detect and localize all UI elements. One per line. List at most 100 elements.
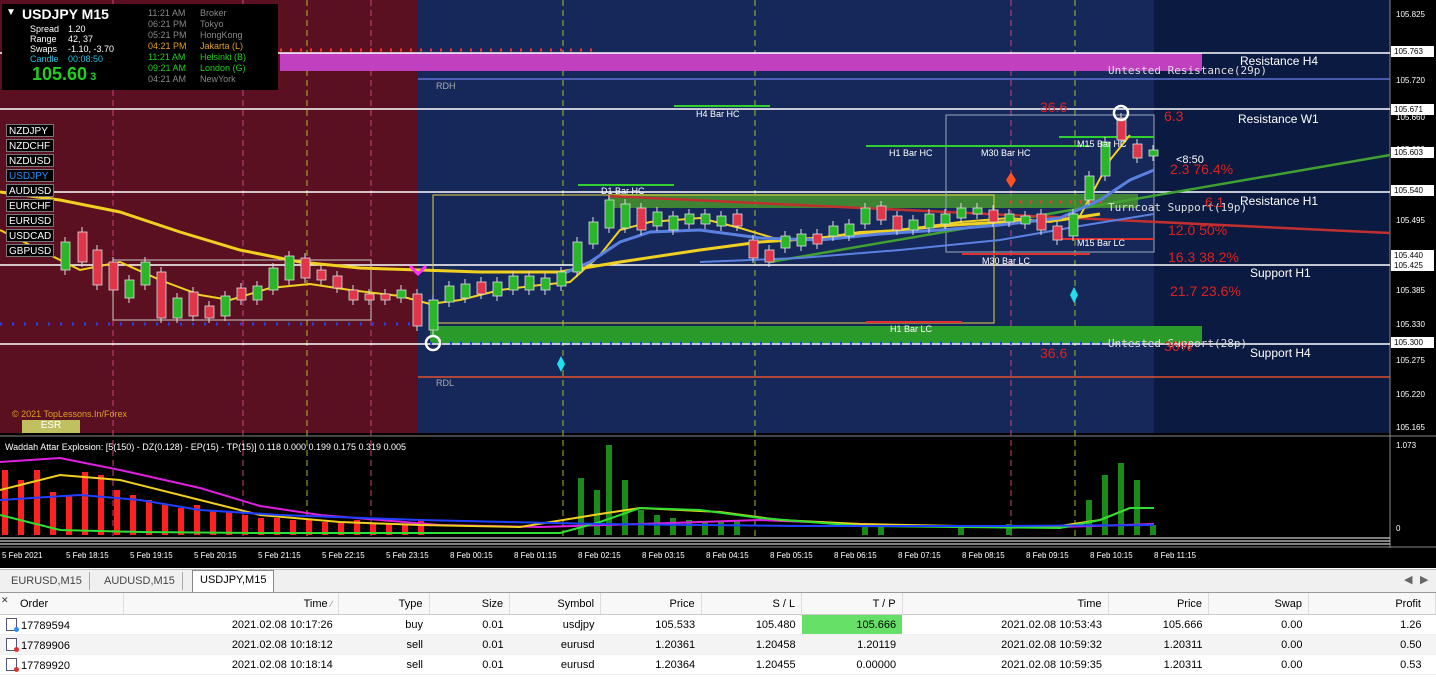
candle-body xyxy=(780,235,791,249)
candle-body xyxy=(700,213,711,225)
time-axis-label: 8 Feb 04:15 xyxy=(706,551,749,560)
clock-time: 04:21 AM xyxy=(148,74,187,84)
price-axis-label: 105.275 xyxy=(1396,356,1425,365)
histogram-bar xyxy=(82,472,88,535)
tab-usdjpy[interactable]: USDJPY,M15 xyxy=(192,570,275,592)
pair-button-nzdchf[interactable]: NZDCHF xyxy=(6,139,54,152)
candle-body xyxy=(956,207,967,219)
candle-body xyxy=(796,233,807,247)
clock-time: 06:21 PM xyxy=(148,19,187,29)
candle-body xyxy=(1004,213,1015,223)
order-cell-time: 2021.02.08 10:18:12 xyxy=(123,634,339,655)
candle-body xyxy=(1132,143,1143,159)
pair-button-usdcad[interactable]: USDCAD xyxy=(6,229,54,242)
candle-body xyxy=(332,275,343,289)
price-axis-label: 105.330 xyxy=(1396,320,1425,329)
candle-body xyxy=(668,215,679,231)
candle-body xyxy=(428,299,439,331)
histogram-bar xyxy=(18,480,24,535)
price-axis-label: 105.220 xyxy=(1396,390,1425,399)
candle-body xyxy=(108,261,119,291)
order-cell-tp: 1.20119 xyxy=(801,634,903,655)
order-cell-tp: 0.00000 xyxy=(801,654,903,675)
column-header[interactable]: Symbol xyxy=(509,593,602,615)
close-panel-icon[interactable]: ✕ xyxy=(1,595,9,606)
candle-body xyxy=(860,207,871,225)
order-cell-order: 17789920 xyxy=(0,654,124,675)
orders-header-row: Order Time ⁄ Type Size Symbol Price S / … xyxy=(0,593,1436,615)
candle-body xyxy=(1084,175,1095,201)
order-row[interactable]: 17789906 2021.02.08 10:18:12 sell 0.01 eurus… xyxy=(0,634,1436,655)
column-header[interactable]: Price xyxy=(600,593,702,615)
sell-order-icon xyxy=(6,637,19,652)
range-label: Range xyxy=(30,34,57,44)
column-header[interactable]: Type xyxy=(338,593,430,615)
time-axis-label: 5 Feb 18:15 xyxy=(66,551,109,560)
column-header[interactable]: Size xyxy=(429,593,511,615)
candle-body xyxy=(636,207,647,231)
dropdown-arrow-icon[interactable]: ▼ xyxy=(6,7,16,18)
candle-body xyxy=(60,241,71,271)
pair-button-eurchf[interactable]: EURCHF xyxy=(6,199,54,212)
order-cell-price: 1.20364 xyxy=(600,654,702,675)
candle-body xyxy=(924,213,935,229)
histogram-bar xyxy=(226,512,232,535)
order-row[interactable]: 17789920 2021.02.08 10:18:14 sell 0.01 eurus… xyxy=(0,654,1436,675)
column-header[interactable]: Time ⁄ xyxy=(123,593,340,615)
column-header[interactable]: Swap xyxy=(1208,593,1309,615)
column-header[interactable]: Order xyxy=(0,593,124,615)
clock-city: NewYork xyxy=(200,74,236,84)
clock-time: 11:21 AM xyxy=(148,8,186,18)
column-header[interactable]: T / P xyxy=(801,593,903,615)
price-axis-marker: 105.300 xyxy=(1391,337,1434,348)
esr-button[interactable]: ESR xyxy=(22,420,80,433)
sell-order-icon xyxy=(6,657,19,672)
column-header[interactable]: Price xyxy=(1108,593,1210,615)
column-header[interactable]: Profit xyxy=(1308,593,1436,615)
pair-button-eurusd[interactable]: EURUSD xyxy=(6,214,54,227)
pair-button-audusd[interactable]: AUDUSD xyxy=(6,184,54,197)
pair-button-gbpusd[interactable]: GBPUSD xyxy=(6,244,54,257)
column-header[interactable]: Time xyxy=(902,593,1109,615)
order-row[interactable]: 17789594 2021.02.08 10:17:26 buy 0.01 usdjpy… xyxy=(0,614,1436,635)
candle-body xyxy=(300,257,311,279)
candle-body xyxy=(812,233,823,245)
candle-body xyxy=(556,271,567,287)
price-chart[interactable]: ▼ USDJPY M15 Spread 1.20 Range 42, 37 Sw… xyxy=(0,0,1436,568)
pair-button-nzdusd[interactable]: NZDUSD xyxy=(6,154,54,167)
candle-timer: 00:08:50 xyxy=(68,54,104,64)
time-axis-label: 5 Feb 23:15 xyxy=(386,551,429,560)
tab-audusd[interactable]: AUDUSD,M15 xyxy=(97,572,183,590)
order-cell-tp: 105.666 xyxy=(801,614,903,635)
pair-button-usdjpy[interactable]: USDJPY xyxy=(6,169,54,182)
clock-city: Jakarta (L) xyxy=(200,41,244,51)
time-axis-label: 8 Feb 03:15 xyxy=(642,551,685,560)
candle-body xyxy=(1148,149,1159,157)
pair-button-nzdjpy[interactable]: NZDJPY xyxy=(6,124,54,137)
tab-scroll-left-icon[interactable]: ◀ xyxy=(1404,573,1412,586)
candle-body xyxy=(204,305,215,319)
histogram-bar xyxy=(718,522,724,535)
clock-city: Tokyo xyxy=(200,19,224,29)
candle-body xyxy=(508,275,519,291)
chart-tabs: EURUSD,M15 AUDUSD,M15 USDJPY,M15 ◀ ▶ xyxy=(0,569,1436,592)
clock-city: HongKong xyxy=(200,30,243,40)
order-number: 17789920 xyxy=(21,659,70,672)
column-header[interactable]: S / L xyxy=(701,593,803,615)
tab-eurusd[interactable]: EURUSD,M15 xyxy=(4,572,90,590)
candle-body xyxy=(172,297,183,319)
histogram-bar xyxy=(178,508,184,535)
fib-label: 21.7 23.6% xyxy=(1170,283,1241,299)
fib-label: 6.1 xyxy=(1205,194,1225,210)
price-axis-label: 105.720 xyxy=(1396,76,1425,85)
order-cell-price: 105.533 xyxy=(600,614,702,635)
candle-body xyxy=(380,293,391,301)
order-cell-swap: 0.00 xyxy=(1208,634,1309,655)
tab-scroll-right-icon[interactable]: ▶ xyxy=(1420,573,1428,586)
price-axis-marker: 105.671 xyxy=(1391,104,1434,115)
range-value: 42, 37 xyxy=(68,34,94,44)
time-axis-label: 5 Feb 19:15 xyxy=(130,551,173,560)
price-axis-marker: 105.425 xyxy=(1391,260,1434,271)
candle-body xyxy=(268,267,279,291)
current-price: 105.60 3 xyxy=(32,64,96,85)
